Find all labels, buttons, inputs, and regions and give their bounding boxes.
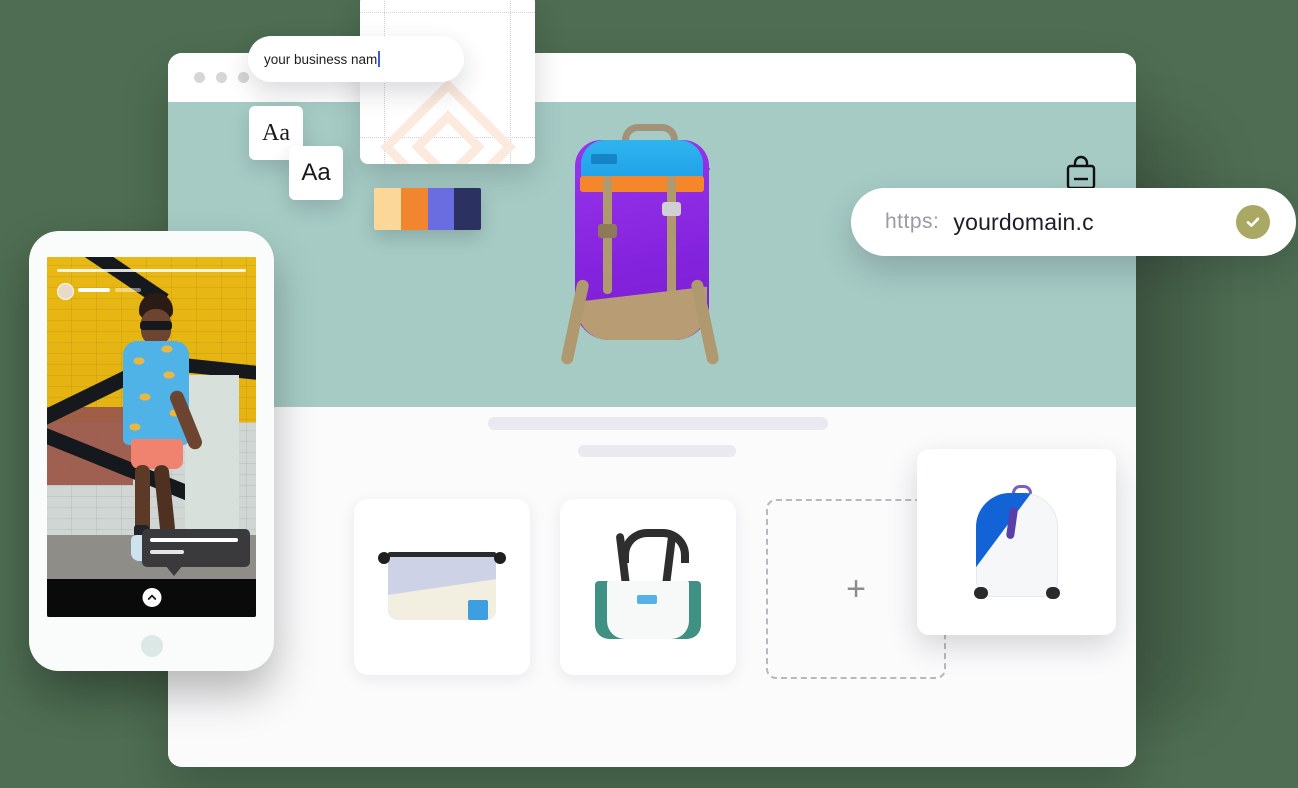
purple-backpack-art xyxy=(560,124,720,366)
logo-guide-horizontal-top xyxy=(360,12,535,13)
product-tag-line-1 xyxy=(150,538,238,542)
phone-screen[interactable] xyxy=(47,257,256,617)
subtitle-placeholder-bar xyxy=(578,445,736,457)
check-circle-icon xyxy=(1236,205,1270,239)
product-tag-card[interactable] xyxy=(142,529,250,567)
chevron-up-icon[interactable] xyxy=(142,588,161,607)
tote-bag-art xyxy=(593,529,703,641)
text-caret xyxy=(378,51,380,67)
logo-guide-vertical-right xyxy=(510,0,511,164)
product-card-pouch[interactable] xyxy=(354,499,530,675)
domain-value: yourdomain.c xyxy=(953,208,1094,235)
product-tag-pointer xyxy=(165,565,183,576)
domain-name-field[interactable]: https: yourdomain.c xyxy=(851,188,1296,256)
font-sample-sans: Aa xyxy=(301,159,331,186)
color-swatch-3[interactable] xyxy=(427,188,455,230)
hero-product-image xyxy=(545,110,757,402)
title-placeholder-bar xyxy=(488,417,828,430)
story-timestamp-placeholder xyxy=(115,288,141,292)
logo-design-card[interactable] xyxy=(360,0,535,164)
story-username-placeholder xyxy=(78,288,110,292)
window-maximize-dot[interactable] xyxy=(238,72,249,83)
phone-mockup xyxy=(29,231,274,671)
floating-product-card-backpack[interactable] xyxy=(917,449,1116,635)
story-progress-bar xyxy=(57,269,246,272)
color-swatch-4[interactable] xyxy=(454,188,481,230)
composition-stage: + your business nam Aa Aa https: yourdom… xyxy=(0,0,1298,788)
color-swatch-2[interactable] xyxy=(400,188,428,230)
product-grid: + xyxy=(354,499,946,679)
add-product-label: + xyxy=(846,570,866,608)
story-avatar[interactable] xyxy=(57,283,74,300)
story-bottom-bar xyxy=(47,579,256,617)
product-tag-line-2 xyxy=(150,550,184,554)
font-card-sans[interactable]: Aa xyxy=(289,146,343,200)
business-name-input[interactable]: your business nam xyxy=(248,36,464,82)
logo-guide-vertical-left xyxy=(384,0,385,164)
font-sample-serif: Aa xyxy=(262,119,290,146)
window-close-dot[interactable] xyxy=(194,72,205,83)
home-button[interactable] xyxy=(140,635,163,657)
white-blue-backpack-art xyxy=(968,483,1066,601)
domain-scheme: https: xyxy=(885,210,940,233)
zip-pouch-art xyxy=(378,546,506,628)
business-name-value: your business nam xyxy=(264,51,378,67)
product-card-tote[interactable] xyxy=(560,499,736,675)
brand-color-palette[interactable] xyxy=(374,188,481,230)
window-minimize-dot[interactable] xyxy=(216,72,227,83)
color-swatch-1[interactable] xyxy=(374,188,401,230)
